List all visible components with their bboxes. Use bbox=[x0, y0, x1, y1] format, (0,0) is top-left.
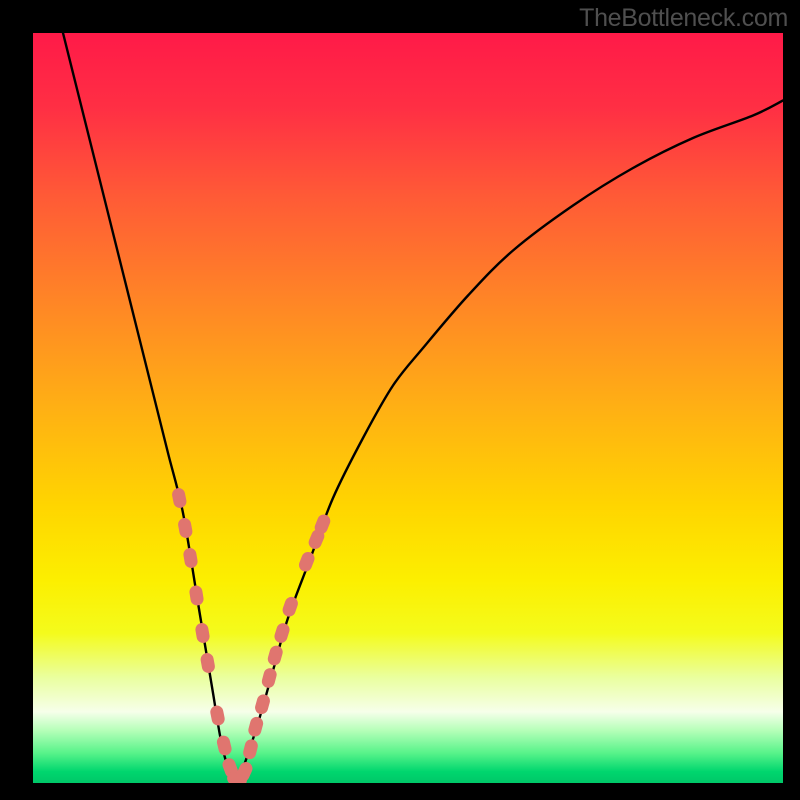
attribution-watermark: TheBottleneck.com bbox=[579, 4, 788, 33]
chart-frame: TheBottleneck.com bbox=[0, 0, 800, 800]
plot-area bbox=[33, 33, 783, 783]
plot-svg bbox=[33, 33, 783, 783]
gradient-background bbox=[33, 33, 783, 783]
